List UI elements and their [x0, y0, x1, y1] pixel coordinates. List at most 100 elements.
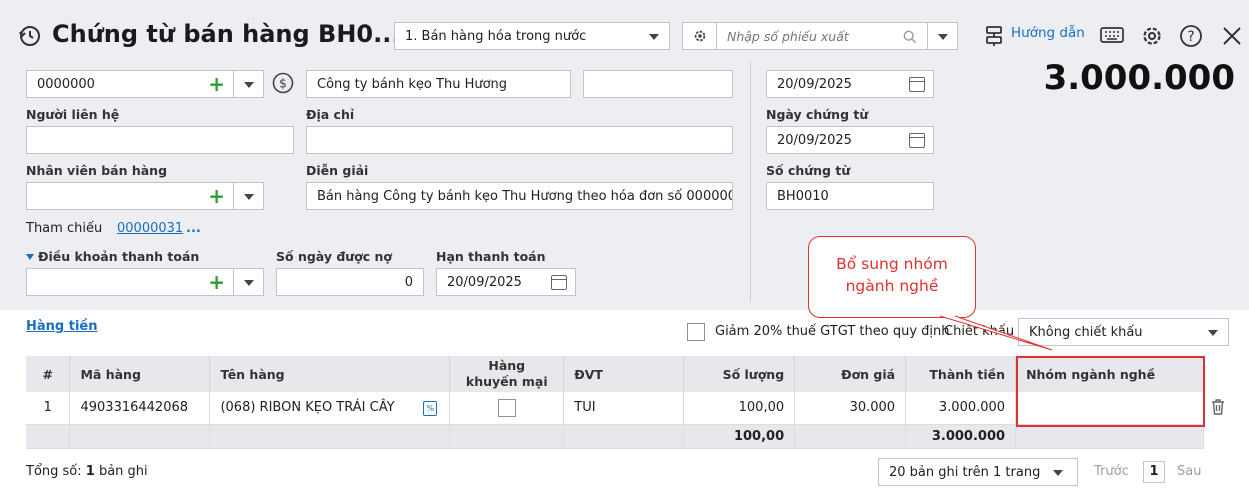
reference-more-button[interactable]: ...	[186, 221, 201, 236]
summary-quantity: 100,00	[683, 424, 796, 449]
search-icon[interactable]	[903, 30, 917, 44]
voucher-no-field[interactable]: BH0010	[766, 182, 934, 210]
history-icon[interactable]	[18, 24, 42, 48]
settings-gear-icon[interactable]	[1140, 24, 1164, 48]
vat-reduction-checkbox[interactable]	[687, 323, 705, 341]
close-icon[interactable]	[1220, 24, 1244, 48]
page-size-value: 20 bản ghi trên 1 trang	[889, 464, 1041, 480]
address-field[interactable]	[306, 126, 733, 154]
chevron-down-icon	[243, 280, 254, 286]
sale-type-select[interactable]: 1. Bán hàng hóa trong nước	[394, 22, 670, 50]
annotation-pointer	[939, 315, 1053, 351]
due-date-field[interactable]: 20/09/2025	[436, 268, 576, 296]
trash-icon[interactable]	[1210, 398, 1226, 416]
export-slip-input[interactable]	[717, 23, 897, 49]
voucher-date-field[interactable]: 20/09/2025	[766, 126, 934, 154]
guide-link[interactable]: Hướng dẫn	[1011, 25, 1085, 41]
collapse-icon[interactable]	[26, 254, 34, 260]
item-quantity[interactable]: 100,00	[683, 392, 796, 425]
table-summary-row: 100,00 3.000.000	[26, 424, 1204, 449]
description-field[interactable]: Bán hàng Công ty bánh kẹo Thu Hương theo…	[306, 182, 733, 210]
summary-cell	[69, 424, 211, 449]
column-header: ĐVT	[563, 356, 685, 392]
chevron-down-icon	[649, 34, 659, 40]
item-name-cell[interactable]: (068) RIBON KẸO TRÁI CÂY %	[209, 392, 451, 425]
chevron-down-icon	[243, 82, 254, 88]
record-count-number: 1	[85, 464, 95, 479]
item-code[interactable]: 4903316442068	[69, 392, 211, 425]
tab-goods-money[interactable]: Hàng tiền	[26, 319, 97, 334]
add-icon[interactable]: +	[208, 186, 225, 206]
voucher-no-label: Số chứng từ	[766, 163, 851, 178]
contact-field[interactable]	[26, 126, 294, 154]
column-header: Hàng khuyến mại	[449, 356, 565, 392]
customer-name-field[interactable]: Công ty bánh kẹo Thu Hương	[306, 70, 571, 98]
address-label: Địa chỉ	[306, 107, 355, 122]
calendar-icon[interactable]	[909, 77, 925, 92]
summary-amount: 3.000.000	[905, 424, 1017, 449]
column-header: Tên hàng	[209, 356, 451, 392]
description-label: Diễn giải	[306, 163, 369, 178]
summary-cell	[794, 424, 907, 449]
help-icon[interactable]: ?	[1179, 24, 1203, 48]
calendar-icon[interactable]	[551, 275, 567, 290]
guide-icon[interactable]	[982, 24, 1006, 48]
summary-cell	[563, 424, 685, 449]
row-index: 1	[26, 392, 71, 425]
page-title: Chứng từ bán hàng BH0...	[52, 20, 401, 48]
page-size-select[interactable]: 20 bản ghi trên 1 trang	[878, 458, 1078, 486]
divider	[750, 62, 751, 302]
add-icon[interactable]: +	[208, 74, 225, 94]
sales-staff-field[interactable]: +	[26, 182, 264, 210]
tax-code-field[interactable]	[583, 70, 733, 98]
description-value: Bán hàng Công ty bánh kẹo Thu Hương theo…	[317, 188, 733, 204]
payment-terms-field[interactable]: +	[26, 268, 264, 296]
sales-staff-dropdown-button[interactable]	[233, 183, 263, 209]
customer-code-field[interactable]: 0000000 +	[26, 70, 264, 98]
summary-cell	[209, 424, 451, 449]
customer-name-value: Công ty bánh kẹo Thu Hương	[317, 76, 508, 92]
prev-page-button[interactable]: Trước	[1094, 464, 1129, 479]
gear-small-icon[interactable]	[683, 23, 717, 49]
annotation-highlight-box	[1016, 356, 1205, 427]
column-header: Thành tiền	[905, 356, 1017, 392]
export-dropdown-button[interactable]	[927, 23, 957, 49]
item-price[interactable]: 30.000	[794, 392, 907, 425]
record-count: Tổng số: 1 bản ghi	[26, 464, 148, 479]
currency-icon[interactable]: $	[272, 72, 294, 94]
voucher-date-label: Ngày chứng từ	[766, 107, 869, 122]
due-date-label: Hạn thanh toán	[436, 249, 546, 264]
top-date-field[interactable]: 20/09/2025	[766, 70, 934, 98]
keyboard-icon[interactable]	[1100, 25, 1124, 47]
contact-label: Người liên hệ	[26, 107, 120, 122]
top-date-value: 20/09/2025	[777, 76, 852, 92]
payment-terms-dropdown-button[interactable]	[233, 269, 263, 295]
customer-dropdown-button[interactable]	[233, 71, 263, 97]
reference-link[interactable]: 00000031	[117, 221, 183, 236]
voucher-date-value: 20/09/2025	[777, 132, 852, 148]
item-name: (068) RIBON KẸO TRÁI CÂY	[220, 400, 395, 416]
column-header-text: Hàng khuyến mại	[465, 357, 548, 389]
due-date-value: 20/09/2025	[447, 274, 522, 290]
credit-days-value: 0	[404, 274, 413, 290]
credit-days-field[interactable]: 0	[276, 268, 424, 296]
item-amount[interactable]: 3.000.000	[905, 392, 1017, 425]
item-unit[interactable]: TUI	[563, 392, 685, 425]
column-header: Đơn giá	[794, 356, 907, 392]
promotion-cell	[449, 392, 565, 425]
summary-cell	[1015, 424, 1204, 449]
reference-label: Tham chiếu	[26, 221, 103, 236]
promotion-checkbox[interactable]	[497, 398, 516, 417]
summary-cell	[449, 424, 565, 449]
export-slip-field[interactable]	[682, 22, 958, 50]
current-page[interactable]: 1	[1143, 461, 1165, 483]
sale-type-value: 1. Bán hàng hóa trong nước	[405, 28, 587, 44]
customer-code-value: 0000000	[37, 76, 95, 92]
next-page-button[interactable]: Sau	[1177, 464, 1201, 479]
chevron-down-icon	[1053, 470, 1063, 476]
item-info-icon[interactable]: %	[423, 401, 438, 416]
chevron-down-icon	[937, 34, 948, 40]
add-icon[interactable]: +	[208, 272, 225, 292]
column-header: #	[26, 356, 71, 392]
calendar-icon[interactable]	[909, 133, 925, 148]
